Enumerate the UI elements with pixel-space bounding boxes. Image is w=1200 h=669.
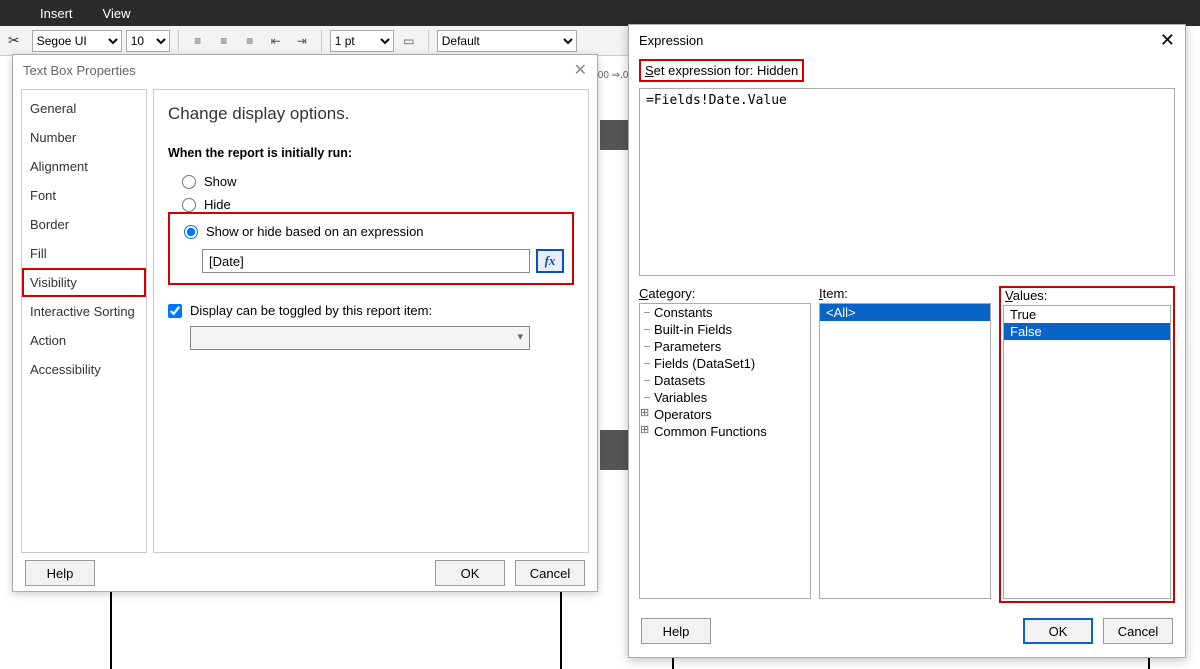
cancel-button[interactable]: Cancel — [1103, 618, 1173, 644]
set-expression-for-label: Set expression for: Hidden — [639, 59, 804, 82]
border-weight-select[interactable]: 1 pt — [330, 30, 394, 52]
radio-show-input[interactable] — [182, 175, 196, 189]
value-true[interactable]: True — [1004, 306, 1170, 323]
formatting-ribbon: ✂ Segoe UI 10 ≡ ≡ ≡ ⇤ ⇥ 1 pt ▭ Default — [0, 26, 630, 56]
dialog-titlebar: Text Box Properties ✕ — [13, 55, 597, 85]
category-builtin-fields[interactable]: Built-in Fields — [640, 321, 810, 338]
nav-fill[interactable]: Fill — [22, 239, 146, 268]
nav-general[interactable]: General — [22, 94, 146, 123]
ok-button[interactable]: OK — [1023, 618, 1093, 644]
radio-expression[interactable]: Show or hide based on an expression — [184, 220, 564, 243]
connector-line — [110, 592, 112, 669]
separator — [428, 30, 429, 52]
border-style-select[interactable]: Default — [437, 30, 577, 52]
app-menubar: Insert View — [0, 0, 1200, 26]
category-datasets[interactable]: Datasets — [640, 372, 810, 389]
category-label: Category: — [639, 286, 811, 301]
dialog-footer: Help OK Cancel — [629, 609, 1185, 653]
category-column: Category: Constants Built-in Fields Para… — [639, 286, 811, 603]
design-surface-fragment — [600, 430, 630, 470]
ok-button[interactable]: OK — [435, 560, 505, 586]
values-list[interactable]: True False — [1003, 305, 1171, 599]
toggle-item-combobox[interactable] — [190, 326, 530, 350]
expression-input[interactable] — [202, 249, 530, 273]
number-format-fragment: .00 ⇒.0 — [595, 70, 630, 90]
radio-expression-input[interactable] — [184, 225, 198, 239]
font-family-select[interactable]: Segoe UI — [32, 30, 122, 52]
category-parameters[interactable]: Parameters — [640, 338, 810, 355]
connector-line — [1148, 658, 1150, 669]
nav-accessibility[interactable]: Accessibility — [22, 355, 146, 384]
radio-hide-label: Hide — [204, 197, 231, 212]
menu-view[interactable]: View — [103, 6, 131, 21]
category-variables[interactable]: Variables — [640, 389, 810, 406]
panel-heading: Change display options. — [168, 104, 574, 124]
expression-dialog: Expression ✕ Set expression for: Hidden … — [628, 24, 1186, 658]
values-label: Values: — [1001, 288, 1173, 303]
nav-alignment[interactable]: Alignment — [22, 152, 146, 181]
radio-hide-input[interactable] — [182, 198, 196, 212]
help-button[interactable]: Help — [641, 618, 711, 644]
toggle-checkbox-label: Display can be toggled by this report it… — [190, 303, 432, 318]
dialog-footer: Help OK Cancel — [13, 553, 597, 593]
dialog-title: Text Box Properties — [23, 63, 136, 78]
nav-number[interactable]: Number — [22, 123, 146, 152]
fx-button[interactable]: fx — [536, 249, 564, 273]
separator — [321, 30, 322, 52]
cut-icon[interactable]: ✂ — [8, 32, 20, 49]
cancel-button[interactable]: Cancel — [515, 560, 585, 586]
expression-editor[interactable]: =Fields!Date.Value — [639, 88, 1175, 276]
toggle-checkbox-row[interactable]: Display can be toggled by this report it… — [168, 303, 574, 318]
nav-interactive-sorting[interactable]: Interactive Sorting — [22, 297, 146, 326]
expression-option-highlight: Show or hide based on an expression fx — [168, 212, 574, 285]
close-icon[interactable]: ✕ — [1160, 30, 1175, 51]
connector-line — [560, 592, 562, 669]
values-column-highlight: Values: True False — [999, 286, 1175, 603]
nav-font[interactable]: Font — [22, 181, 146, 210]
initial-run-label: When the report is initially run: — [168, 146, 574, 160]
visibility-panel: Change display options. When the report … — [153, 89, 589, 553]
nav-visibility[interactable]: Visibility — [22, 268, 146, 297]
category-fields[interactable]: Fields (DataSet1) — [640, 355, 810, 372]
dialog-title: Expression — [639, 33, 703, 48]
item-all[interactable]: <All> — [820, 304, 990, 321]
radio-show[interactable]: Show — [168, 170, 574, 193]
category-constants[interactable]: Constants — [640, 304, 810, 321]
connector-line — [672, 658, 674, 669]
design-surface-fragment — [600, 120, 630, 150]
align-center-icon[interactable]: ≡ — [213, 30, 235, 52]
toggle-checkbox[interactable] — [168, 304, 182, 318]
help-button[interactable]: Help — [25, 560, 95, 586]
dialog-titlebar: Expression ✕ — [629, 25, 1185, 55]
value-false[interactable]: False — [1004, 323, 1170, 340]
item-list[interactable]: <All> — [819, 303, 991, 599]
item-column: Item: <All> — [819, 286, 991, 603]
menu-insert[interactable]: Insert — [40, 6, 73, 21]
radio-show-label: Show — [204, 174, 237, 189]
indent-decrease-icon[interactable]: ⇤ — [265, 30, 287, 52]
category-tree[interactable]: Constants Built-in Fields Parameters Fie… — [639, 303, 811, 599]
nav-border[interactable]: Border — [22, 210, 146, 239]
category-operators[interactable]: Operators — [640, 406, 810, 423]
close-icon[interactable]: ✕ — [574, 60, 587, 80]
border-color-icon[interactable]: ▭ — [398, 30, 420, 52]
item-label: Item: — [819, 286, 991, 301]
textbox-properties-dialog: Text Box Properties ✕ General Number Ali… — [12, 54, 598, 592]
property-category-nav: General Number Alignment Font Border Fil… — [21, 89, 147, 553]
radio-expression-label: Show or hide based on an expression — [206, 224, 424, 239]
indent-increase-icon[interactable]: ⇥ — [291, 30, 313, 52]
separator — [178, 30, 179, 52]
nav-action[interactable]: Action — [22, 326, 146, 355]
category-common-functions[interactable]: Common Functions — [640, 423, 810, 440]
align-right-icon[interactable]: ≡ — [239, 30, 261, 52]
font-size-select[interactable]: 10 — [126, 30, 170, 52]
align-left-icon[interactable]: ≡ — [187, 30, 209, 52]
